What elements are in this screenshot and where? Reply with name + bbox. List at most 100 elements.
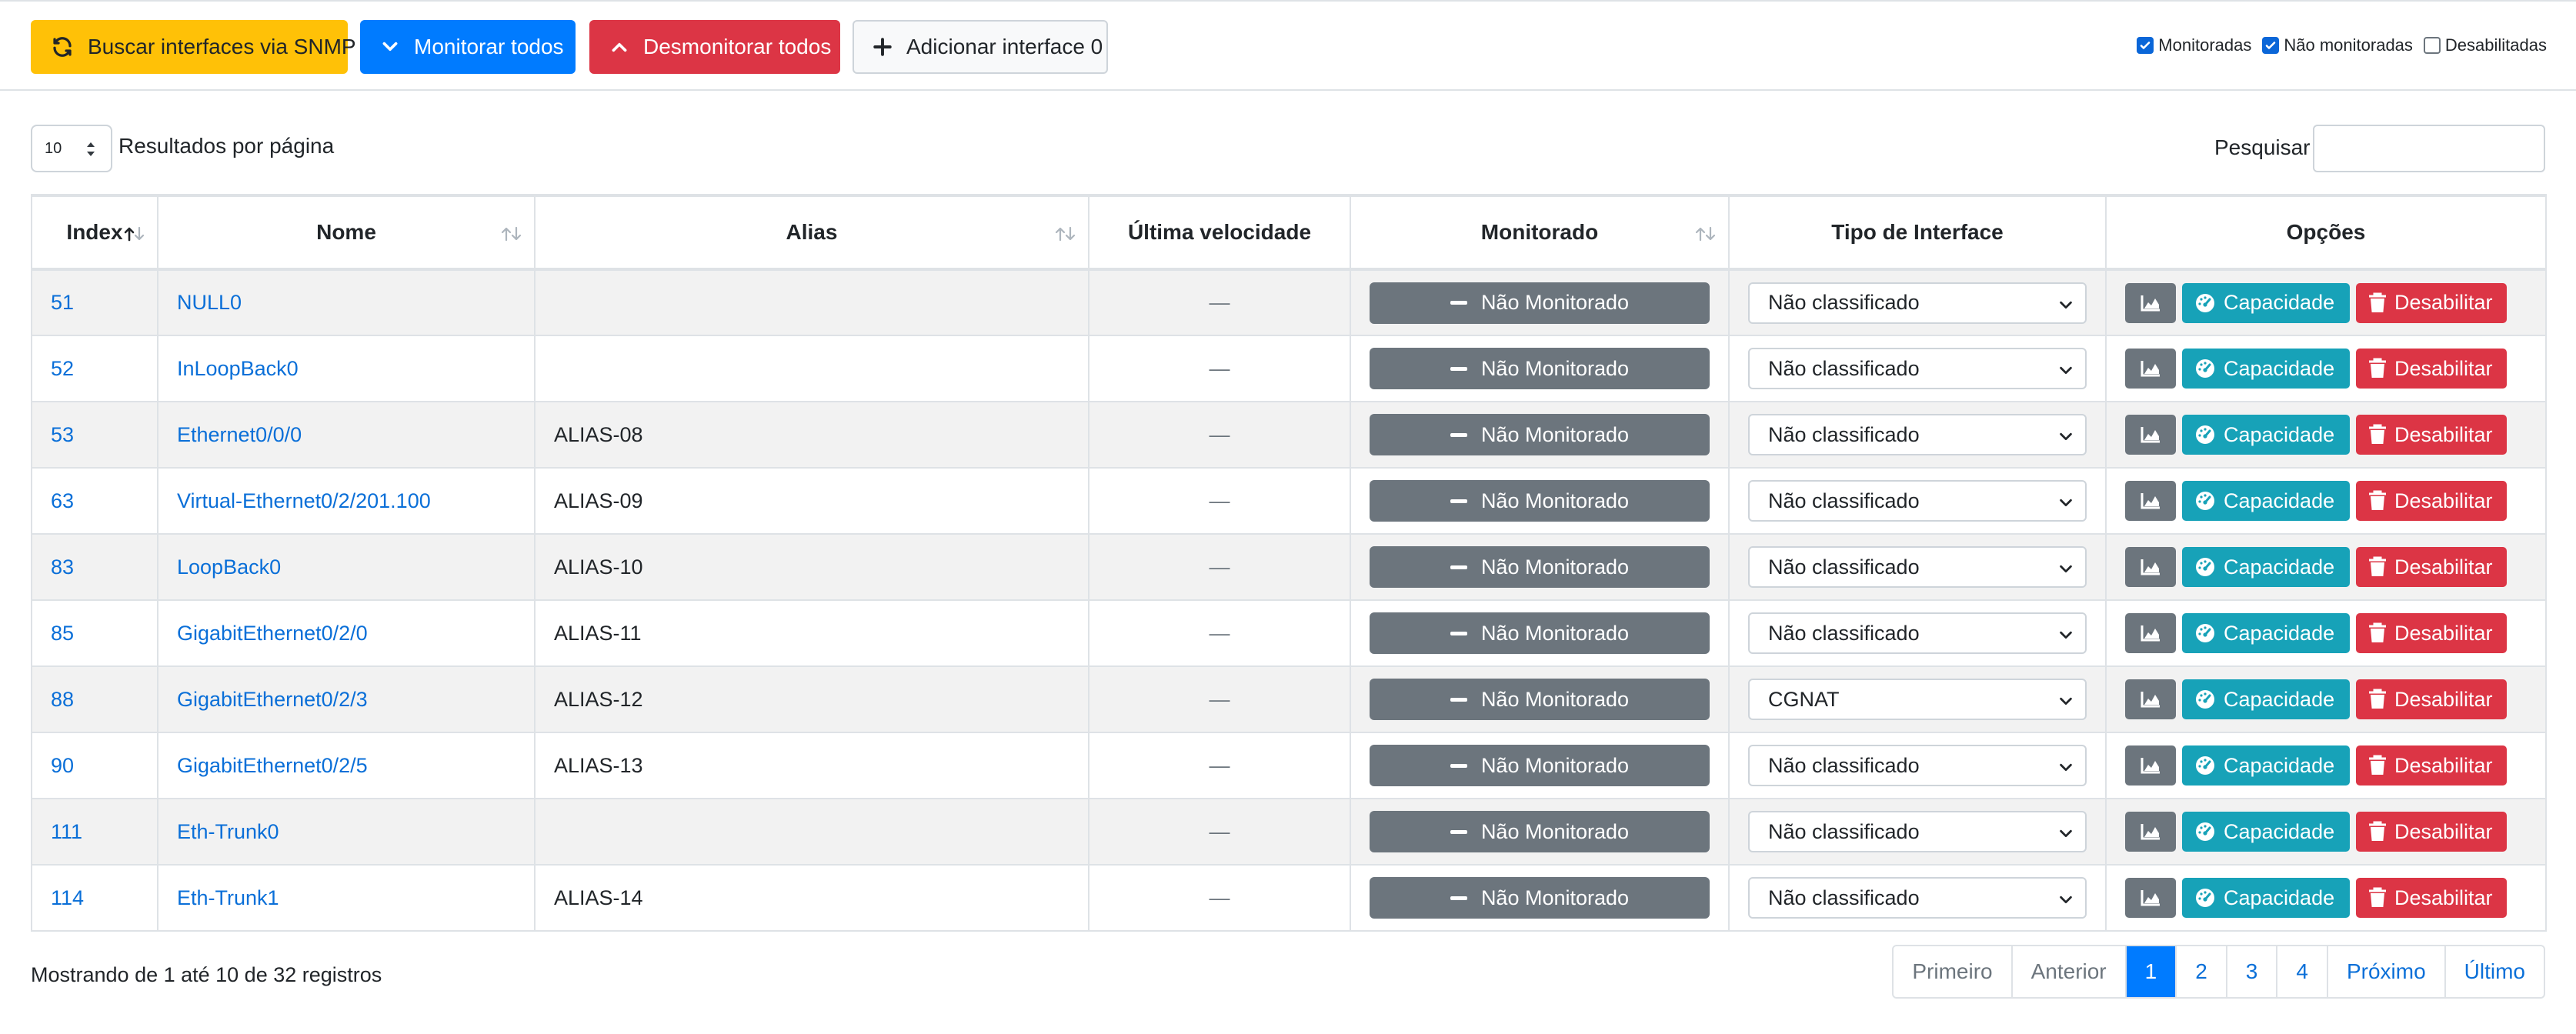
column-header-name[interactable]: Nome — [157, 194, 536, 271]
interface-type-value: Não classificado — [1768, 422, 1920, 446]
chart-button[interactable] — [2125, 878, 2176, 918]
capacity-button[interactable]: Capacidade — [2182, 415, 2350, 455]
monitor-toggle-button[interactable]: Não Monitorado — [1370, 282, 1710, 324]
capacity-button[interactable]: Capacidade — [2182, 481, 2350, 521]
interface-type-select[interactable]: Não classificado — [1748, 877, 2087, 919]
chart-button[interactable] — [2125, 481, 2176, 521]
monitor-all-button[interactable]: Monitorar todos — [360, 20, 576, 74]
chart-button[interactable] — [2125, 679, 2176, 719]
disable-button[interactable]: Desabilitar — [2356, 282, 2507, 323]
cell-name: Eth-Trunk1 — [157, 864, 536, 932]
interface-name-link[interactable]: GigabitEthernet0/2/3 — [177, 688, 368, 711]
checkbox-monitored[interactable] — [2137, 37, 2154, 54]
index-link[interactable]: 85 — [51, 622, 74, 645]
chart-button[interactable] — [2125, 613, 2176, 653]
monitor-toggle-button[interactable]: Não Monitorado — [1370, 414, 1710, 455]
chart-button[interactable] — [2125, 282, 2176, 323]
chart-button[interactable] — [2125, 547, 2176, 587]
index-link[interactable]: 51 — [51, 291, 74, 314]
capacity-label: Capacidade — [2224, 621, 2335, 645]
interface-type-select[interactable]: Não classificado — [1748, 414, 2087, 455]
disable-button[interactable]: Desabilitar — [2356, 878, 2507, 918]
capacity-button[interactable]: Capacidade — [2182, 282, 2350, 323]
search-input[interactable] — [2313, 125, 2545, 172]
page-link[interactable]: Último — [2444, 946, 2544, 997]
interface-name-link[interactable]: GigabitEthernet0/2/0 — [177, 622, 368, 645]
fetch-snmp-button[interactable]: Buscar interfaces via SNMP — [31, 20, 356, 74]
capacity-button[interactable]: Capacidade — [2182, 613, 2350, 653]
cell-options: Capacidade Desabilitar — [2105, 269, 2547, 336]
disable-button[interactable]: Desabilitar — [2356, 812, 2507, 852]
disable-button[interactable]: Desabilitar — [2356, 415, 2507, 455]
interface-type-select[interactable]: Não classificado — [1748, 745, 2087, 786]
filter-unmonitored[interactable]: Não monitoradas — [2262, 35, 2413, 55]
monitor-toggle-button[interactable]: Não Monitorado — [1370, 546, 1710, 588]
index-link[interactable]: 52 — [51, 357, 74, 380]
page-link[interactable]: 3 — [2225, 946, 2277, 997]
filter-monitored[interactable]: Monitoradas — [2137, 35, 2251, 55]
interface-type-select[interactable]: Não classificado — [1748, 282, 2087, 324]
capacity-button[interactable]: Capacidade — [2182, 547, 2350, 587]
monitor-toggle-button[interactable]: Não Monitorado — [1370, 745, 1710, 786]
interface-type-select[interactable]: CGNAT — [1748, 679, 2087, 720]
column-header-alias[interactable]: Alias — [534, 194, 1089, 271]
disable-button[interactable]: Desabilitar — [2356, 613, 2507, 653]
page-link[interactable]: 4 — [2276, 946, 2327, 997]
disable-button[interactable]: Desabilitar — [2356, 679, 2507, 719]
interface-type-select[interactable]: Não classificado — [1748, 811, 2087, 852]
interface-name-link[interactable]: Eth-Trunk0 — [177, 820, 279, 843]
interface-name-link[interactable]: NULL0 — [177, 291, 242, 314]
interface-name-link[interactable]: Ethernet0/0/0 — [177, 423, 302, 446]
monitor-toggle-button[interactable]: Não Monitorado — [1370, 480, 1710, 522]
index-link[interactable]: 90 — [51, 754, 74, 777]
add-interface-button[interactable]: Adicionar interface 0 — [853, 20, 1108, 74]
capacity-button[interactable]: Capacidade — [2182, 745, 2350, 786]
index-link[interactable]: 88 — [51, 688, 74, 711]
chart-button[interactable] — [2125, 349, 2176, 389]
monitor-status-label: Não Monitorado — [1480, 555, 1630, 579]
monitor-toggle-button[interactable]: Não Monitorado — [1370, 612, 1710, 654]
chart-button[interactable] — [2125, 745, 2176, 786]
sort-icon — [501, 226, 522, 242]
chart-button[interactable] — [2125, 812, 2176, 852]
page-link[interactable]: 1 — [2124, 946, 2176, 997]
monitor-toggle-button[interactable]: Não Monitorado — [1370, 877, 1710, 919]
interface-type-select[interactable]: Não classificado — [1748, 348, 2087, 389]
table-info: Mostrando de 1 até 10 de 32 registros — [31, 963, 382, 986]
index-link[interactable]: 53 — [51, 423, 74, 446]
interface-name-link[interactable]: InLoopBack0 — [177, 357, 299, 380]
interface-name-link[interactable]: LoopBack0 — [177, 555, 281, 579]
checkbox-disabled[interactable] — [2423, 37, 2441, 54]
page-link[interactable]: Próximo — [2326, 946, 2444, 997]
capacity-button[interactable]: Capacidade — [2182, 679, 2350, 719]
interface-type-select[interactable]: Não classificado — [1748, 480, 2087, 522]
monitor-toggle-button[interactable]: Não Monitorado — [1370, 811, 1710, 852]
column-header-monitored[interactable]: Monitorado — [1350, 194, 1730, 271]
interface-name-link[interactable]: Virtual-Ethernet0/2/201.100 — [177, 489, 431, 512]
chart-button[interactable] — [2125, 415, 2176, 455]
interface-type-select[interactable]: Não classificado — [1748, 612, 2087, 654]
monitor-toggle-button[interactable]: Não Monitorado — [1370, 679, 1710, 720]
index-link[interactable]: 114 — [51, 886, 84, 909]
disable-button[interactable]: Desabilitar — [2356, 745, 2507, 786]
column-header-index[interactable]: Index — [31, 194, 158, 271]
capacity-button[interactable]: Capacidade — [2182, 349, 2350, 389]
capacity-button[interactable]: Capacidade — [2182, 878, 2350, 918]
interface-name-link[interactable]: Eth-Trunk1 — [177, 886, 279, 909]
interface-type-select[interactable]: Não classificado — [1748, 546, 2087, 588]
disable-button[interactable]: Desabilitar — [2356, 349, 2507, 389]
disable-button[interactable]: Desabilitar — [2356, 547, 2507, 587]
index-link[interactable]: 63 — [51, 489, 74, 512]
index-link[interactable]: 111 — [51, 820, 82, 843]
disable-button[interactable]: Desabilitar — [2356, 481, 2507, 521]
unmonitor-all-button[interactable]: Desmonitorar todos — [589, 20, 840, 74]
interface-name-link[interactable]: GigabitEthernet0/2/5 — [177, 754, 368, 777]
checkbox-unmonitored[interactable] — [2262, 37, 2280, 54]
cell-index: 85 — [31, 599, 158, 667]
index-link[interactable]: 83 — [51, 555, 74, 579]
page-length-select[interactable]: 10 — [31, 125, 112, 172]
capacity-button[interactable]: Capacidade — [2182, 812, 2350, 852]
monitor-toggle-button[interactable]: Não Monitorado — [1370, 348, 1710, 389]
filter-disabled[interactable]: Desabilitadas — [2423, 35, 2547, 55]
page-link[interactable]: 2 — [2175, 946, 2226, 997]
